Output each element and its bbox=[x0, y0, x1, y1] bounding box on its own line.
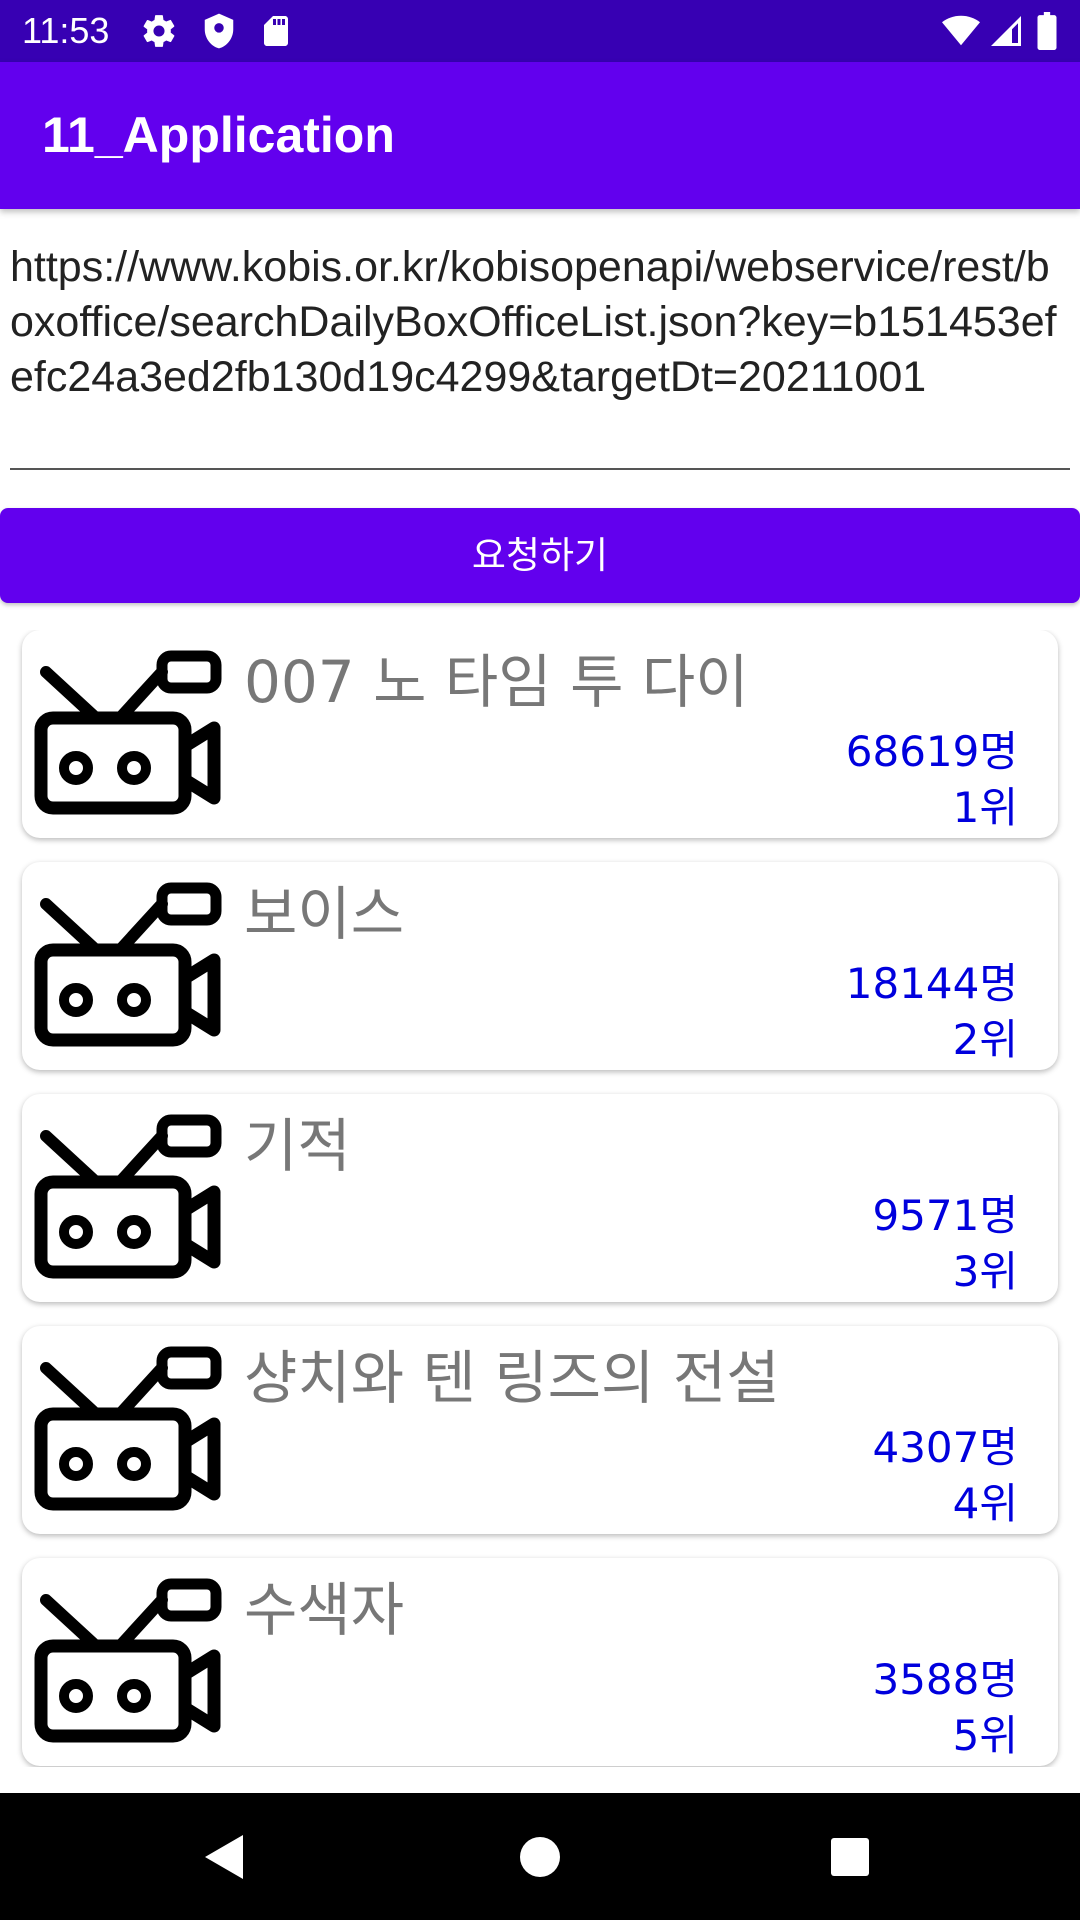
movie-camera-icon bbox=[34, 1346, 224, 1514]
movie-card[interactable]: 수색자 3588명 5위 bbox=[22, 1558, 1058, 1766]
url-input-text[interactable]: https://www.kobis.or.kr/kobisopenapi/web… bbox=[10, 240, 1070, 405]
movie-camera-icon bbox=[34, 1114, 224, 1282]
shield-icon bbox=[200, 12, 238, 54]
movie-rank: 4위 bbox=[952, 1479, 1018, 1528]
home-button[interactable] bbox=[480, 1793, 600, 1920]
movie-audience: 68619명 bbox=[845, 727, 1018, 776]
movie-title: 007 노 타임 투 다이 bbox=[244, 648, 749, 716]
movie-rank: 2위 bbox=[952, 1015, 1018, 1064]
movie-title: 샹치와 텐 링즈의 전설 bbox=[244, 1344, 780, 1412]
movie-card[interactable]: 007 노 타임 투 다이 68619명 1위 bbox=[22, 630, 1058, 838]
battery-icon bbox=[1036, 12, 1058, 54]
app-title: 11_Application bbox=[42, 107, 395, 163]
home-icon bbox=[520, 1837, 560, 1877]
status-bar: 11:53 bbox=[0, 0, 1080, 62]
nav-bar bbox=[0, 1793, 1080, 1920]
movie-camera-icon bbox=[34, 1578, 224, 1746]
url-input[interactable]: https://www.kobis.or.kr/kobisopenapi/web… bbox=[10, 240, 1070, 470]
movie-card[interactable]: 보이스 18144명 2위 bbox=[22, 862, 1058, 1070]
back-button[interactable] bbox=[165, 1793, 285, 1920]
wifi-icon bbox=[940, 12, 982, 54]
recents-icon bbox=[831, 1838, 869, 1876]
movie-audience: 9571명 bbox=[872, 1191, 1018, 1240]
movie-list[interactable]: 007 노 타임 투 다이 68619명 1위보이스 18144명 2위기적 9571명 3… bbox=[0, 630, 1080, 1767]
movie-camera-icon bbox=[34, 882, 224, 1050]
gear-icon bbox=[140, 12, 178, 54]
movie-title: 보이스 bbox=[244, 880, 405, 948]
movie-title: 기적 bbox=[244, 1112, 351, 1180]
movie-camera-icon bbox=[34, 650, 224, 818]
movie-card[interactable]: 기적 9571명 3위 bbox=[22, 1094, 1058, 1302]
movie-rank: 1위 bbox=[952, 783, 1018, 832]
status-time: 11:53 bbox=[22, 10, 110, 51]
sd-card-icon bbox=[258, 12, 294, 54]
movie-card[interactable]: 샹치와 텐 링즈의 전설 4307명 4위 bbox=[22, 1326, 1058, 1534]
movie-title: 수색자 bbox=[244, 1576, 405, 1644]
request-button[interactable]: 요청하기 bbox=[0, 508, 1080, 603]
movie-audience: 18144명 bbox=[845, 959, 1018, 1008]
signal-icon bbox=[988, 12, 1024, 54]
movie-rank: 3위 bbox=[952, 1247, 1018, 1296]
movie-audience: 4307명 bbox=[872, 1423, 1018, 1472]
movie-audience: 3588명 bbox=[872, 1655, 1018, 1704]
back-icon bbox=[205, 1835, 243, 1879]
app-bar: 11_Application bbox=[0, 62, 1080, 209]
recents-button[interactable] bbox=[790, 1793, 910, 1920]
movie-rank: 5위 bbox=[952, 1711, 1018, 1760]
